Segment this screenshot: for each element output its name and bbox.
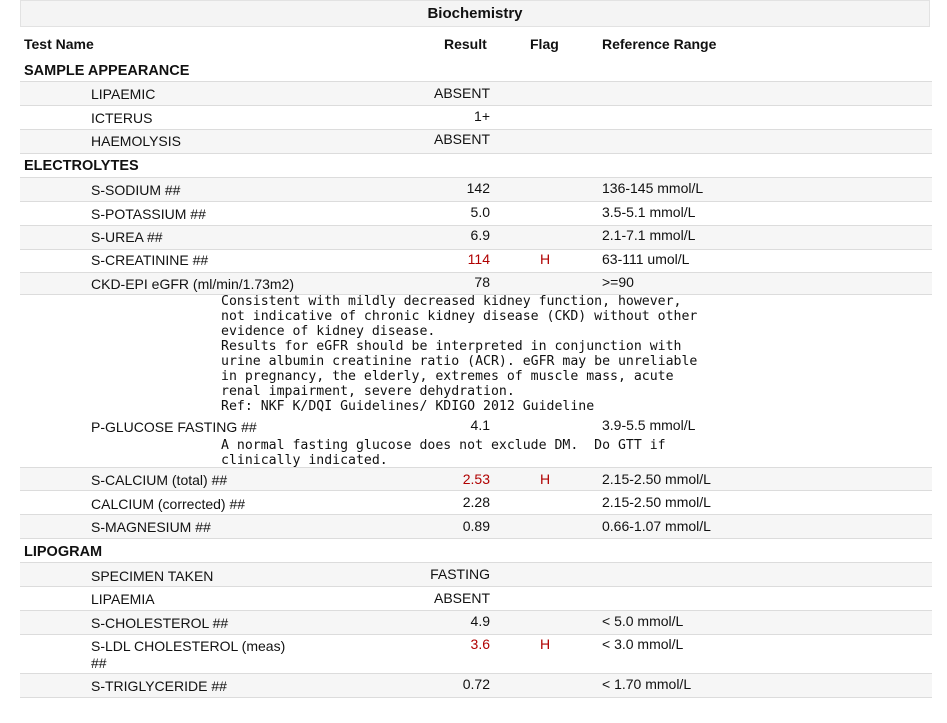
result-magnesium: 0.89 bbox=[462, 518, 490, 534]
result-sodium: 142 bbox=[466, 180, 490, 196]
column-header-test-name: Test Name bbox=[24, 36, 94, 52]
section-heading-lipogram: LIPOGRAM bbox=[24, 544, 103, 560]
test-name-potassium: S-POTASSIUM ## bbox=[91, 206, 206, 222]
flag-ldl-cholesterol: H bbox=[540, 636, 551, 652]
test-name-creatinine: S-CREATININE ## bbox=[91, 252, 209, 268]
section-heading-sample-appearance: SAMPLE APPEARANCE bbox=[24, 63, 190, 79]
flag-creatinine: H bbox=[540, 251, 551, 267]
test-name-egfr: CKD-EPI eGFR (ml/min/1.73m2) bbox=[91, 276, 295, 292]
test-name-lipaemic: LIPAEMIC bbox=[91, 86, 156, 102]
range-sodium: 136-145 mmol/L bbox=[602, 180, 704, 196]
result-calcium-corrected: 2.28 bbox=[462, 494, 490, 510]
result-haemolysis: ABSENT bbox=[433, 131, 490, 147]
result-creatinine: 114 bbox=[467, 251, 490, 267]
flag-calcium-total: H bbox=[540, 471, 551, 487]
test-name-lipaemia: LIPAEMIA bbox=[91, 591, 155, 607]
comment-egfr: Consistent with mildly decreased kidney … bbox=[221, 294, 698, 414]
section-row-lipogram bbox=[20, 539, 932, 563]
test-name-cholesterol: S-CHOLESTEROL ## bbox=[91, 615, 229, 631]
section-row-electrolytes bbox=[20, 154, 932, 178]
test-name-calcium-total: S-CALCIUM (total) ## bbox=[91, 472, 228, 488]
test-name-calcium-corrected: CALCIUM (corrected) ## bbox=[91, 496, 246, 512]
result-ldl-cholesterol: 3.6 bbox=[470, 636, 490, 652]
comment-glucose: A normal fasting glucose does not exclud… bbox=[221, 438, 666, 468]
range-magnesium: 0.66-1.07 mmol/L bbox=[602, 518, 711, 534]
range-glucose: 3.9-5.5 mmol/L bbox=[602, 417, 696, 433]
result-specimen-taken: FASTING bbox=[430, 566, 490, 582]
test-name-ldl-cholesterol: S-LDL CHOLESTEROL (meas) bbox=[91, 638, 286, 654]
range-egfr: >=90 bbox=[602, 274, 634, 290]
column-header-flag: Flag bbox=[530, 36, 559, 52]
result-lipaemia: ABSENT bbox=[433, 590, 490, 606]
range-cholesterol: < 5.0 mmol/L bbox=[602, 613, 684, 629]
range-creatinine: 63-111 umol/L bbox=[602, 251, 690, 267]
range-urea: 2.1-7.1 mmol/L bbox=[602, 227, 696, 243]
result-cholesterol: 4.9 bbox=[470, 613, 490, 629]
range-calcium-total: 2.15-2.50 mmol/L bbox=[602, 471, 711, 487]
result-lipaemic: ABSENT bbox=[433, 85, 490, 101]
test-name-specimen-taken: SPECIMEN TAKEN bbox=[91, 568, 214, 584]
range-triglyceride: < 1.70 mmol/L bbox=[602, 676, 692, 692]
test-name-sodium: S-SODIUM ## bbox=[91, 182, 181, 198]
test-name-urea: S-UREA ## bbox=[91, 229, 163, 245]
section-heading-electrolytes: ELECTROLYTES bbox=[24, 158, 139, 174]
section-title: Biochemistry bbox=[20, 0, 930, 27]
test-name-glucose: P-GLUCOSE FASTING ## bbox=[91, 419, 257, 435]
test-name-triglyceride: S-TRIGLYCERIDE ## bbox=[91, 678, 227, 694]
test-name-ldl-cholesterol-suffix: ## bbox=[91, 655, 107, 671]
range-calcium-corrected: 2.15-2.50 mmol/L bbox=[602, 494, 711, 510]
test-name-haemolysis: HAEMOLYSIS bbox=[91, 133, 181, 149]
result-urea: 6.9 bbox=[470, 227, 490, 243]
range-potassium: 3.5-5.1 mmol/L bbox=[602, 204, 696, 220]
result-egfr: 78 bbox=[474, 274, 490, 290]
column-header-result: Result bbox=[444, 36, 487, 52]
test-name-magnesium: S-MAGNESIUM ## bbox=[91, 519, 211, 535]
result-calcium-total: 2.53 bbox=[462, 471, 490, 487]
range-ldl-cholesterol: < 3.0 mmol/L bbox=[602, 636, 684, 652]
result-potassium: 5.0 bbox=[470, 204, 490, 220]
result-icterus: 1+ bbox=[474, 108, 490, 124]
result-triglyceride: 0.72 bbox=[462, 676, 490, 692]
result-glucose: 4.1 bbox=[470, 417, 490, 433]
test-name-icterus: ICTERUS bbox=[91, 110, 153, 126]
column-header-reference-range: Reference Range bbox=[602, 36, 717, 52]
